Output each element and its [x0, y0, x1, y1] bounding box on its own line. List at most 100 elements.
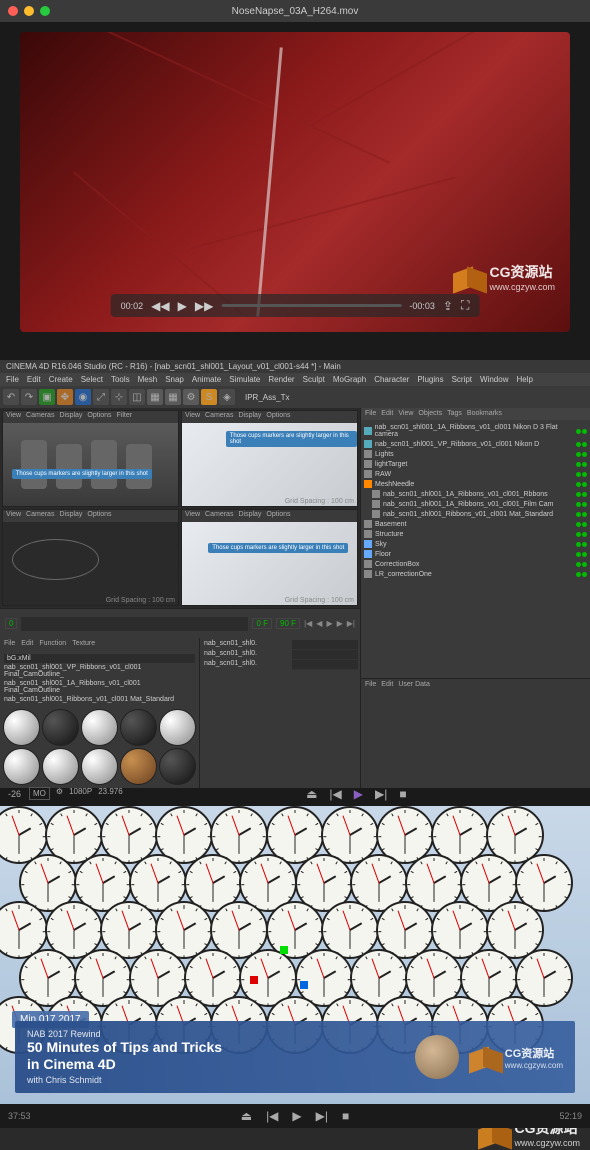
- playback-next-icon[interactable]: ▶: [337, 619, 343, 628]
- object-tree-item[interactable]: MeshNeedle: [364, 479, 587, 489]
- fullscreen-icon[interactable]: ⛶: [461, 298, 469, 313]
- obj-menu-tags[interactable]: Tags: [447, 410, 462, 418]
- eject-icon[interactable]: ⏏: [306, 787, 317, 801]
- video-viewport[interactable]: 00:02 ◀◀ ▶ ▶▶ -00:03 ⇪ ⛶ CG资源站 www.cgzyw…: [20, 32, 570, 332]
- material-preview[interactable]: [120, 748, 157, 785]
- menu-help[interactable]: Help: [516, 375, 532, 384]
- material-item[interactable]: nab_scn01_shl001_Ribbons_v01_cl001 Mat_S…: [4, 695, 195, 704]
- attr-menu-file[interactable]: File: [365, 681, 376, 689]
- obj-menu-objects[interactable]: Objects: [418, 410, 442, 418]
- next-track-icon[interactable]: ▶|: [316, 1109, 328, 1123]
- menu-snap[interactable]: Snap: [165, 375, 184, 384]
- menu-mograph[interactable]: MoGraph: [333, 375, 366, 384]
- object-tree-item[interactable]: RAW: [364, 469, 587, 479]
- obj-menu-view[interactable]: View: [398, 410, 413, 418]
- object-tree-item[interactable]: CorrectionBox: [364, 559, 587, 569]
- mat-tab-function[interactable]: Function: [39, 640, 66, 650]
- viewport-top[interactable]: ViewCamerasDisplayOptions Those cups mar…: [181, 410, 358, 507]
- object-tree-item[interactable]: nab_scn01_shl001_1A_Ribbons_v01_cl001_Fi…: [364, 499, 587, 509]
- coord-icon[interactable]: ◫: [129, 389, 145, 405]
- obj-menu-file[interactable]: File: [365, 410, 376, 418]
- eject-icon[interactable]: ⏏: [241, 1109, 252, 1123]
- object-tree-item[interactable]: Sky: [364, 539, 587, 549]
- select-tool-icon[interactable]: ▣: [39, 389, 55, 405]
- obj-menu-bookmarks[interactable]: Bookmarks: [467, 410, 502, 418]
- undo-icon[interactable]: ↶: [3, 389, 19, 405]
- menu-render[interactable]: Render: [268, 375, 294, 384]
- render-view-icon[interactable]: ▦: [147, 389, 163, 405]
- playback-last-icon[interactable]: ▶|: [347, 619, 355, 628]
- scrubber[interactable]: [221, 304, 401, 307]
- material-preview[interactable]: [81, 748, 118, 785]
- rewind-button[interactable]: ◀◀: [151, 299, 169, 313]
- move-tool-icon[interactable]: ✥: [57, 389, 73, 405]
- minimize-button[interactable]: [24, 6, 34, 16]
- dope-item[interactable]: nab_scn01_shl0.: [202, 640, 292, 650]
- object-tree-item[interactable]: Structure: [364, 529, 587, 539]
- dope-track[interactable]: [292, 640, 358, 650]
- close-button[interactable]: [8, 6, 18, 16]
- mat-tab-edit[interactable]: Edit: [21, 640, 33, 650]
- prev-track-icon[interactable]: |◀: [329, 787, 341, 801]
- material-preview[interactable]: [3, 709, 40, 746]
- menu-mesh[interactable]: Mesh: [138, 375, 158, 384]
- menu-simulate[interactable]: Simulate: [229, 375, 260, 384]
- menu-plugins[interactable]: Plugins: [417, 375, 443, 384]
- stop-icon[interactable]: ■: [342, 1109, 349, 1123]
- material-preview[interactable]: [42, 748, 79, 785]
- material-preview[interactable]: [120, 709, 157, 746]
- dope-item[interactable]: nab_scn01_shl0.: [202, 650, 292, 660]
- material-item[interactable]: nab_scn01_shl001_1A_Ribbons_v01_cl001 Fi…: [4, 679, 195, 695]
- render-pv-icon[interactable]: ▦: [165, 389, 181, 405]
- object-tree-item[interactable]: nab_scn01_shl001_Ribbons_v01_cl001 Mat_S…: [364, 509, 587, 519]
- timeline-current[interactable]: 0 F: [252, 618, 272, 629]
- menu-character[interactable]: Character: [374, 375, 409, 384]
- menu-create[interactable]: Create: [49, 375, 73, 384]
- menu-tools[interactable]: Tools: [111, 375, 130, 384]
- forward-button[interactable]: ▶▶: [195, 299, 213, 313]
- play-icon[interactable]: ▶: [292, 1109, 301, 1123]
- menu-script[interactable]: Script: [452, 375, 472, 384]
- gizmo-z-axis[interactable]: [300, 981, 308, 989]
- next-track-icon[interactable]: ▶|: [375, 787, 387, 801]
- attr-menu-edit[interactable]: Edit: [381, 681, 393, 689]
- prev-track-icon[interactable]: |◀: [266, 1109, 278, 1123]
- dope-track[interactable]: [292, 660, 358, 670]
- share-icon[interactable]: ⇪: [443, 299, 453, 313]
- material-preview[interactable]: [3, 748, 40, 785]
- viewport-right[interactable]: ViewCamerasDisplayOptions Grid Spacing :…: [2, 509, 179, 606]
- viewport-front[interactable]: ViewCamerasDisplayOptions Those cups mar…: [181, 509, 358, 606]
- object-tree-item[interactable]: lightTarget: [364, 459, 587, 469]
- scale-tool-icon[interactable]: ⤢: [93, 389, 109, 405]
- maximize-button[interactable]: [40, 6, 50, 16]
- dope-track[interactable]: [292, 650, 358, 660]
- timeline-track[interactable]: [21, 617, 248, 631]
- timeline-start[interactable]: 0: [5, 618, 17, 629]
- viewport-perspective[interactable]: ViewCamerasDisplayOptionsFilter Those cu…: [2, 410, 179, 507]
- rotate-tool-icon[interactable]: ◉: [75, 389, 91, 405]
- resolution-label[interactable]: 1080P: [69, 787, 92, 800]
- mat-tab-texture[interactable]: Texture: [72, 640, 95, 650]
- menu-sculpt[interactable]: Sculpt: [303, 375, 325, 384]
- gizmo-y-axis[interactable]: [280, 946, 288, 954]
- menu-window[interactable]: Window: [480, 375, 508, 384]
- attr-menu-userdata[interactable]: User Data: [398, 681, 430, 689]
- menu-animate[interactable]: Animate: [192, 375, 221, 384]
- mat-tab-file[interactable]: File: [4, 640, 15, 650]
- material-preview[interactable]: [42, 709, 79, 746]
- material-preview[interactable]: [159, 748, 196, 785]
- playback-first-icon[interactable]: |◀: [304, 619, 312, 628]
- make-editable-icon[interactable]: ◈: [219, 389, 235, 405]
- timeline-end[interactable]: 90 F: [276, 618, 300, 629]
- gizmo-x-axis[interactable]: [250, 976, 258, 984]
- stop-icon[interactable]: ■: [399, 787, 406, 801]
- render-settings-icon[interactable]: ⚙: [183, 389, 199, 405]
- object-tree-item[interactable]: Lights: [364, 449, 587, 459]
- dope-item[interactable]: nab_scn01_shl0.: [202, 660, 292, 670]
- play-button[interactable]: ▶: [178, 299, 187, 313]
- material-item[interactable]: nab_scn01_shl001_VP_Ribbons_v01_cl001 Fi…: [4, 663, 195, 679]
- material-preview[interactable]: [81, 709, 118, 746]
- material-preview[interactable]: [159, 709, 196, 746]
- gear-icon[interactable]: ⚙: [56, 787, 63, 800]
- object-tree-item[interactable]: LR_correctionOne: [364, 569, 587, 579]
